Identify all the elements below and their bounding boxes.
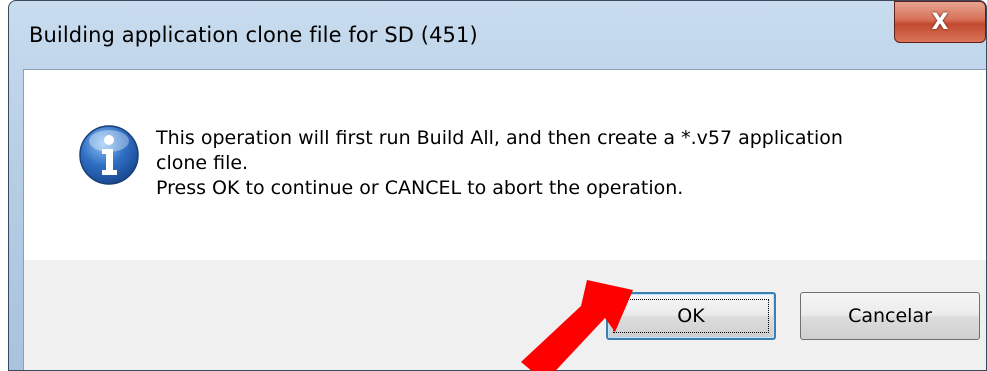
- message-line: This operation will first run Build All,…: [156, 127, 843, 149]
- message-area: This operation will first run Build All,…: [24, 70, 986, 260]
- red-arrow-icon: [521, 280, 633, 371]
- focus-rectangle: [613, 299, 769, 333]
- message-dialog: Building application clone file for SD (…: [8, 0, 987, 371]
- close-icon: X: [931, 9, 949, 35]
- close-button[interactable]: X: [894, 1, 986, 43]
- cancel-button-label: Cancelar: [848, 305, 932, 327]
- cancel-button[interactable]: Cancelar: [800, 292, 980, 340]
- message-text: This operation will first run Build All,…: [156, 126, 956, 201]
- info-icon: [79, 125, 139, 185]
- screen: Building application clone file for SD (…: [0, 0, 987, 371]
- message-line: Press OK to continue or CANCEL to abort …: [156, 177, 684, 199]
- window-title: Building application clone file for SD (…: [29, 23, 478, 47]
- title-bar[interactable]: Building application clone file for SD (…: [9, 1, 986, 69]
- message-line: clone file.: [156, 152, 249, 174]
